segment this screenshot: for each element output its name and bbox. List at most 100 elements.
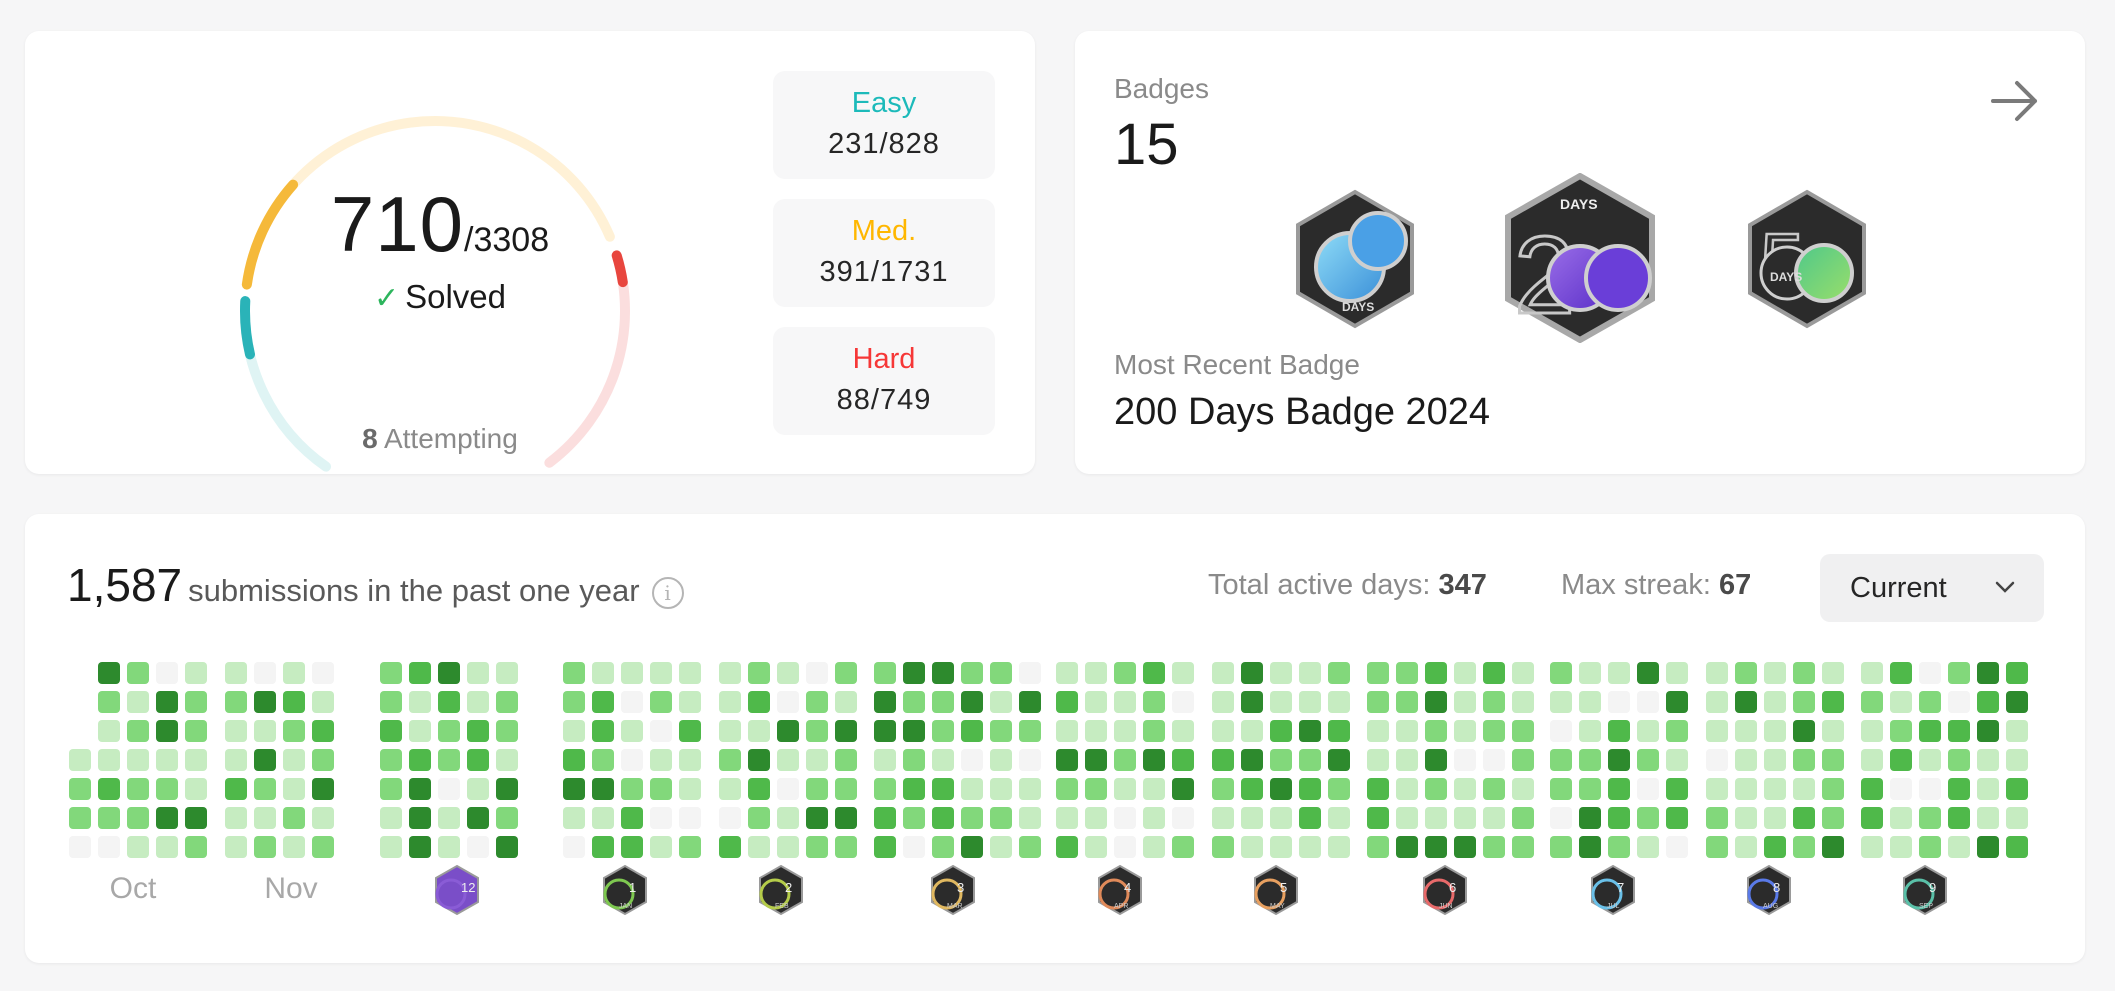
heatmap-day-cell[interactable] [1793, 807, 1815, 829]
heatmap-day-cell[interactable] [225, 749, 247, 771]
heatmap-day-cell[interactable] [1328, 662, 1350, 684]
heatmap-day-cell[interactable] [1143, 778, 1165, 800]
heatmap-day-cell[interactable] [563, 662, 585, 684]
heatmap-day-cell[interactable] [1637, 749, 1659, 771]
heatmap-day-cell[interactable] [592, 720, 614, 742]
heatmap-day-cell[interactable] [1367, 836, 1389, 858]
heatmap-day-cell[interactable] [225, 807, 247, 829]
heatmap-day-cell[interactable] [1666, 778, 1688, 800]
heatmap-day-cell[interactable] [777, 836, 799, 858]
heatmap-day-cell[interactable] [409, 778, 431, 800]
heatmap-day-cell[interactable] [806, 836, 828, 858]
heatmap-day-cell[interactable] [1114, 807, 1136, 829]
heatmap-day-cell[interactable] [563, 836, 585, 858]
heatmap-day-cell[interactable] [1919, 749, 1941, 771]
heatmap-day-cell[interactable] [592, 778, 614, 800]
heatmap-day-cell[interactable] [1550, 807, 1572, 829]
heatmap-day-cell[interactable] [806, 778, 828, 800]
heatmap-day-cell[interactable] [1367, 749, 1389, 771]
heatmap-day-cell[interactable] [1822, 807, 1844, 829]
heatmap-day-cell[interactable] [98, 778, 120, 800]
heatmap-day-cell[interactable] [1172, 807, 1194, 829]
heatmap-day-cell[interactable] [1861, 749, 1883, 771]
200-days-badge-icon[interactable]: 2 DAYS [1500, 173, 1660, 343]
heatmap-day-cell[interactable] [1425, 836, 1447, 858]
heatmap-day-cell[interactable] [719, 691, 741, 713]
heatmap-day-cell[interactable] [1861, 720, 1883, 742]
heatmap-day-cell[interactable] [1637, 662, 1659, 684]
heatmap-day-cell[interactable] [874, 807, 896, 829]
heatmap-day-cell[interactable] [283, 720, 305, 742]
heatmap-day-cell[interactable] [835, 662, 857, 684]
heatmap-day-cell[interactable] [380, 749, 402, 771]
heatmap-day-cell[interactable] [156, 691, 178, 713]
heatmap-day-cell[interactable] [1396, 691, 1418, 713]
heatmap-day-cell[interactable] [1299, 749, 1321, 771]
heatmap-day-cell[interactable] [1172, 691, 1194, 713]
heatmap-day-cell[interactable] [1666, 749, 1688, 771]
heatmap-day-cell[interactable] [1483, 836, 1505, 858]
heatmap-day-cell[interactable] [1977, 662, 1999, 684]
heatmap-day-cell[interactable] [1706, 691, 1728, 713]
heatmap-day-cell[interactable] [1550, 691, 1572, 713]
heatmap-day-cell[interactable] [679, 836, 701, 858]
heatmap-day-cell[interactable] [748, 836, 770, 858]
heatmap-day-cell[interactable] [1056, 662, 1078, 684]
heatmap-day-cell[interactable] [1367, 807, 1389, 829]
heatmap-day-cell[interactable] [1764, 836, 1786, 858]
heatmap-day-cell[interactable] [1241, 836, 1263, 858]
heatmap-day-cell[interactable] [1919, 836, 1941, 858]
heatmap-day-cell[interactable] [1270, 807, 1292, 829]
heatmap-day-cell[interactable] [932, 720, 954, 742]
heatmap-day-cell[interactable] [1328, 720, 1350, 742]
heatmap-day-cell[interactable] [1056, 836, 1078, 858]
heatmap-day-cell[interactable] [185, 662, 207, 684]
heatmap-day-cell[interactable] [1454, 778, 1476, 800]
heatmap-day-cell[interactable] [1241, 778, 1263, 800]
heatmap-day-cell[interactable] [1512, 749, 1534, 771]
heatmap-day-cell[interactable] [777, 778, 799, 800]
heatmap-day-cell[interactable] [777, 749, 799, 771]
heatmap-day-cell[interactable] [806, 662, 828, 684]
heatmap-day-cell[interactable] [254, 807, 276, 829]
heatmap-day-cell[interactable] [1483, 691, 1505, 713]
heatmap-day-cell[interactable] [1550, 662, 1572, 684]
heatmap-day-cell[interactable] [1367, 778, 1389, 800]
heatmap-day-cell[interactable] [467, 691, 489, 713]
heatmap-day-cell[interactable] [312, 720, 334, 742]
heatmap-day-cell[interactable] [679, 807, 701, 829]
heatmap-day-cell[interactable] [1735, 807, 1757, 829]
monthly-badge-icon[interactable]: 6 JUN [1419, 864, 1471, 916]
heatmap-day-cell[interactable] [156, 662, 178, 684]
heatmap-day-cell[interactable] [1764, 749, 1786, 771]
heatmap-day-cell[interactable] [806, 691, 828, 713]
heatmap-day-cell[interactable] [1454, 836, 1476, 858]
heatmap-day-cell[interactable] [719, 720, 741, 742]
heatmap-day-cell[interactable] [1579, 836, 1601, 858]
heatmap-day-cell[interactable] [1822, 720, 1844, 742]
heatmap-day-cell[interactable] [1890, 836, 1912, 858]
heatmap-day-cell[interactable] [1637, 691, 1659, 713]
heatmap-day-cell[interactable] [990, 778, 1012, 800]
heatmap-day-cell[interactable] [1056, 749, 1078, 771]
heatmap-day-cell[interactable] [1948, 836, 1970, 858]
heatmap-day-cell[interactable] [1085, 749, 1107, 771]
heatmap-day-cell[interactable] [1454, 720, 1476, 742]
heatmap-day-cell[interactable] [312, 749, 334, 771]
heatmap-day-cell[interactable] [961, 662, 983, 684]
heatmap-day-cell[interactable] [874, 662, 896, 684]
heatmap-day-cell[interactable] [1735, 720, 1757, 742]
heatmap-day-cell[interactable] [592, 691, 614, 713]
heatmap-day-cell[interactable] [467, 662, 489, 684]
heatmap-day-cell[interactable] [650, 691, 672, 713]
heatmap-day-cell[interactable] [438, 720, 460, 742]
heatmap-day-cell[interactable] [1483, 778, 1505, 800]
heatmap-day-cell[interactable] [185, 807, 207, 829]
heatmap-day-cell[interactable] [1299, 720, 1321, 742]
heatmap-day-cell[interactable] [1425, 807, 1447, 829]
monthly-badge-icon[interactable]: 1 JAN [599, 864, 651, 916]
heatmap-day-cell[interactable] [1550, 836, 1572, 858]
heatmap-day-cell[interactable] [621, 720, 643, 742]
heatmap-day-cell[interactable] [621, 836, 643, 858]
heatmap-day-cell[interactable] [156, 778, 178, 800]
